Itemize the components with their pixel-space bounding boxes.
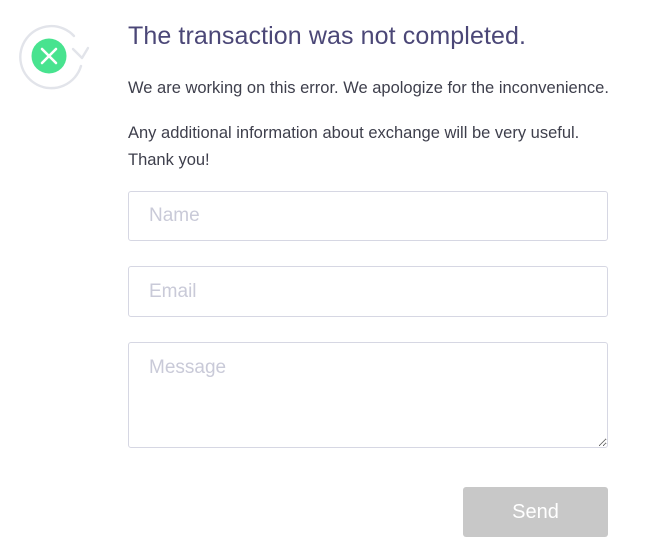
page-title: The transaction was not completed.: [128, 22, 527, 50]
info-line-1: Any additional information about exchang…: [128, 124, 580, 142]
refresh-ring-icon: [19, 24, 90, 90]
info-line-2: Thank you!: [128, 151, 210, 169]
email-input[interactable]: [128, 266, 608, 317]
error-status-icon: [14, 22, 90, 90]
message-textarea[interactable]: [128, 342, 608, 448]
info-text: Any additional information about exchang…: [128, 120, 628, 174]
send-button[interactable]: Send: [463, 487, 608, 537]
apology-text: We are working on this error. We apologi…: [128, 79, 609, 97]
name-input[interactable]: [128, 191, 608, 241]
